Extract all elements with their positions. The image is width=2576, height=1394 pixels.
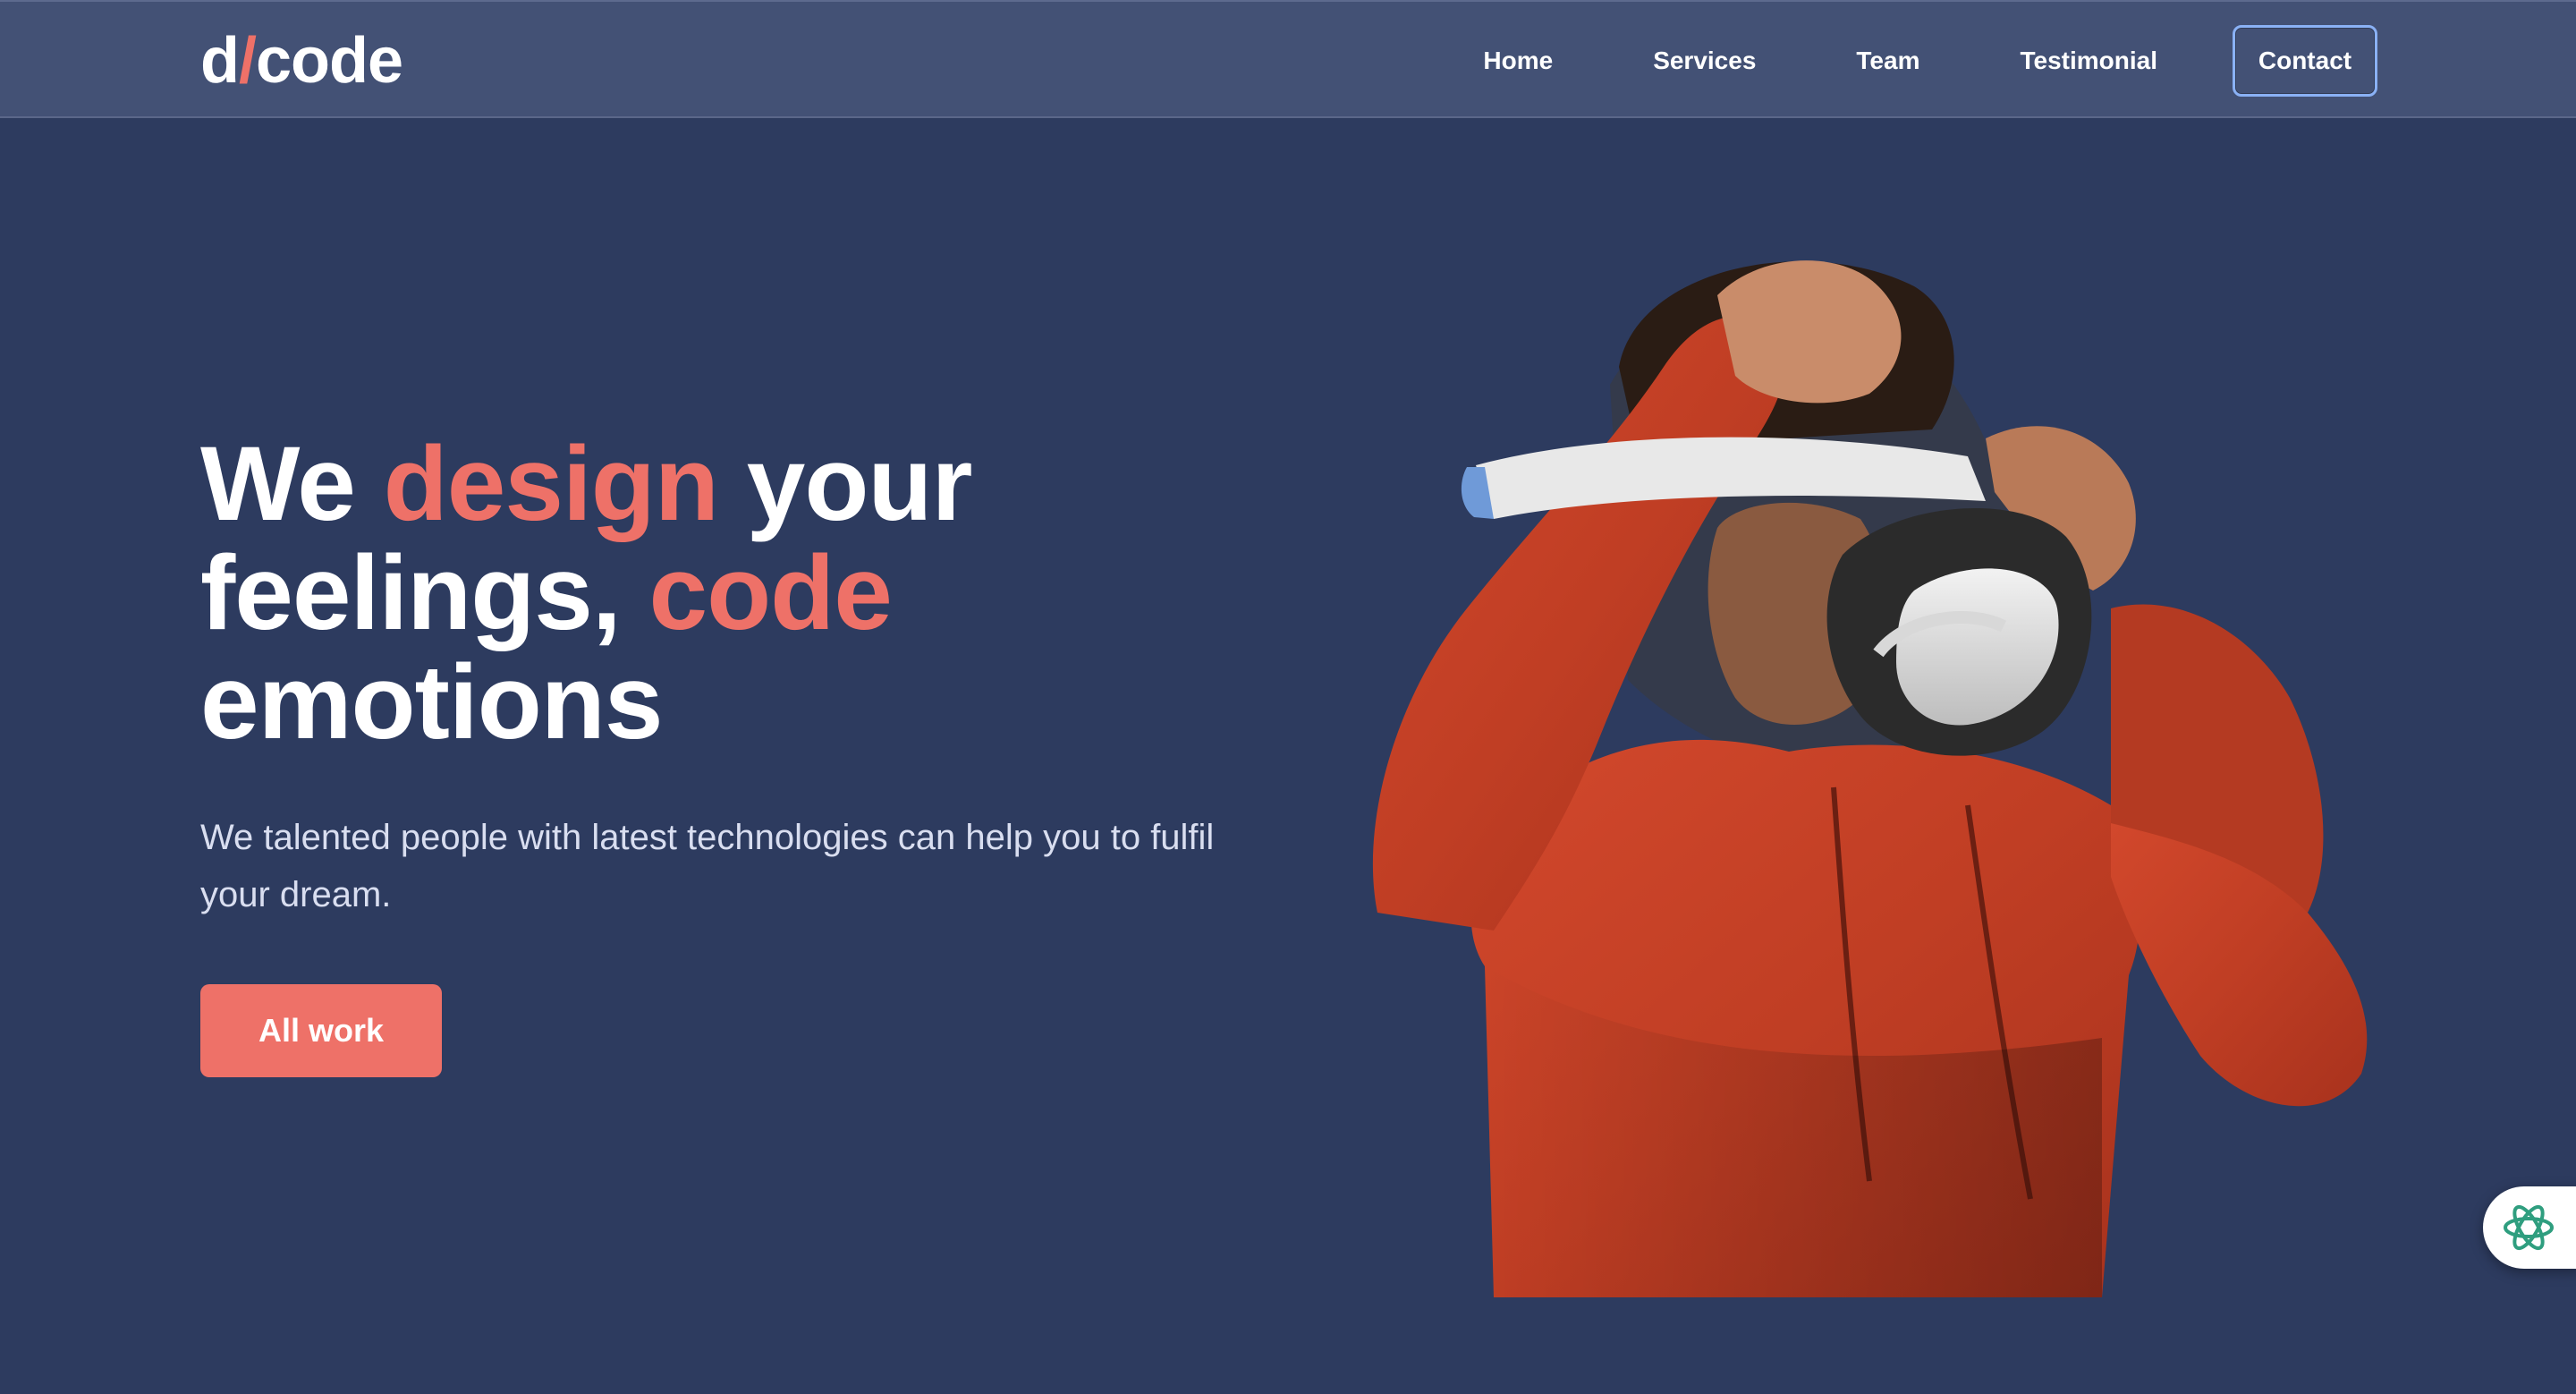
landing-page: d/code Home Services Team Testimonial Co… [0,0,2576,1394]
logo-suffix: code [256,25,403,97]
logo-slash: / [238,25,257,97]
assistant-widget[interactable] [2483,1186,2576,1269]
headline-text-1: We [200,425,384,543]
site-header: d/code Home Services Team Testimonial Co… [0,0,2576,118]
headline-text-3: emotions [200,643,663,761]
all-work-button[interactable]: All work [200,984,442,1077]
contact-button[interactable]: Contact [2233,25,2377,97]
nav-home[interactable]: Home [1483,25,1553,97]
headline-accent-code: code [648,534,892,652]
ai-assistant-icon [2504,1204,2554,1251]
nav-team[interactable]: Team [1856,25,1919,97]
logo[interactable]: d/code [200,23,403,98]
hero-headline: We design your feelings, code emotions [200,429,1274,757]
headline-accent-design: design [383,425,719,543]
nav-services[interactable]: Services [1653,25,1756,97]
person-vr-headset-image [1372,260,2368,1297]
logo-prefix: d [200,25,240,97]
hero-subtext: We talented people with latest technolog… [200,818,1215,914]
main-nav: Home Services Team Testimonial Contact [1483,25,2377,97]
nav-testimonial[interactable]: Testimonial [2020,25,2157,97]
